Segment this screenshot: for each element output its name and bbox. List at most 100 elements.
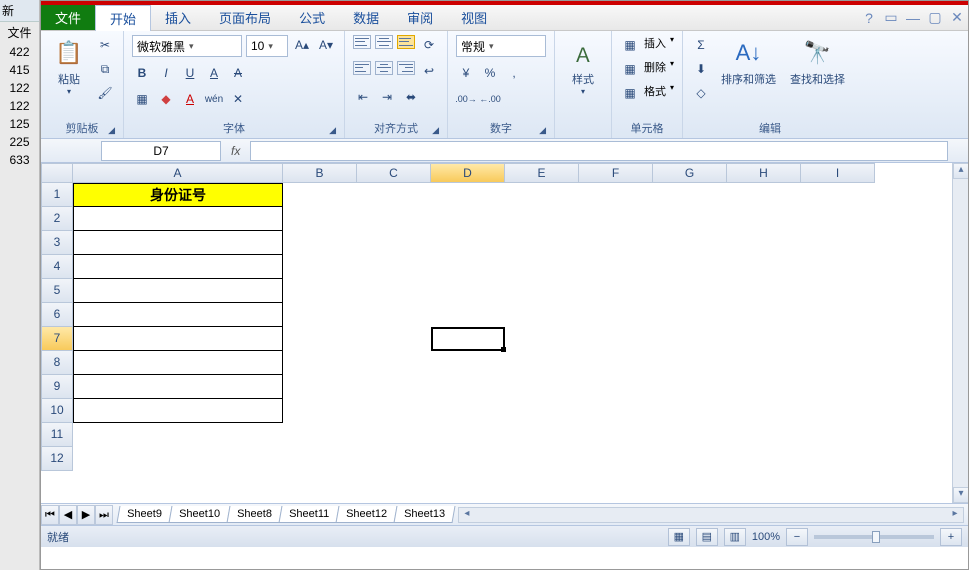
align-top-button[interactable] [353, 35, 371, 49]
row-header[interactable]: 7 [41, 327, 73, 351]
wrap-text-button[interactable]: ↩ [419, 61, 439, 81]
bold-button[interactable]: B [132, 63, 152, 83]
styles-button[interactable]: Ａ 样式 ▾ [563, 35, 603, 98]
autosum-button[interactable]: Σ [691, 35, 711, 55]
cell[interactable] [73, 351, 283, 375]
clear-format-button[interactable]: ✕ [228, 89, 248, 109]
cell[interactable] [73, 231, 283, 255]
tab-file[interactable]: 文件 [41, 5, 95, 30]
row-header[interactable]: 4 [41, 255, 73, 279]
vertical-scrollbar[interactable]: ▴ ▾ [952, 163, 968, 503]
row-header[interactable]: 12 [41, 447, 73, 471]
select-all-corner[interactable] [41, 163, 73, 183]
fill-color-button[interactable]: ◆ [156, 89, 176, 109]
font-name-combo[interactable]: 微软雅黑▾ [132, 35, 242, 57]
row-header[interactable]: 11 [41, 423, 73, 447]
row-header[interactable]: 1 [41, 183, 73, 207]
percent-button[interactable]: % [480, 63, 500, 83]
column-header[interactable]: D [431, 163, 505, 183]
cut-button[interactable]: ✂ [95, 35, 115, 55]
tab-layout[interactable]: 页面布局 [205, 5, 285, 30]
sheet-tab[interactable]: Sheet13 [393, 506, 455, 523]
dialog-launcher-icon[interactable]: ◢ [329, 125, 336, 136]
shrink-font-button[interactable]: A▾ [316, 35, 336, 55]
phonetic-button[interactable]: wén [204, 89, 224, 109]
tab-data[interactable]: 数据 [339, 5, 393, 30]
column-header[interactable]: E [505, 163, 579, 183]
doc-icon[interactable]: 新 [0, 0, 39, 22]
horizontal-scrollbar[interactable]: ◂ ▸ [458, 507, 964, 523]
dialog-launcher-icon[interactable]: ◢ [432, 125, 439, 136]
row-header[interactable]: 5 [41, 279, 73, 303]
font-color-button[interactable]: A [180, 89, 200, 109]
sheet-nav-first[interactable]: ⏮ [41, 505, 59, 525]
tab-formula[interactable]: 公式 [285, 5, 339, 30]
merge-cells-button[interactable]: ⬌ [401, 87, 421, 107]
copy-button[interactable]: ⧉ [95, 59, 115, 79]
zoom-in-button[interactable]: + [940, 528, 962, 546]
view-pagebreak-button[interactable]: ▥ [724, 528, 746, 546]
cell[interactable] [73, 279, 283, 303]
italic-button[interactable]: I [156, 63, 176, 83]
decrease-decimal-button[interactable]: ←.00 [480, 89, 500, 109]
font-size-combo[interactable]: 10▾ [246, 35, 288, 57]
row-header[interactable]: 3 [41, 231, 73, 255]
tab-insert[interactable]: 插入 [151, 5, 205, 30]
dialog-launcher-icon[interactable]: ◢ [539, 125, 546, 136]
align-right-button[interactable] [397, 61, 415, 75]
cell[interactable] [73, 207, 283, 231]
cell[interactable] [73, 399, 283, 423]
sheet-tab[interactable]: Sheet10 [168, 506, 230, 523]
column-header[interactable]: I [801, 163, 875, 183]
tab-view[interactable]: 视图 [447, 5, 501, 30]
fx-icon[interactable]: fx [231, 144, 240, 158]
minimize-icon[interactable]: — [902, 5, 924, 30]
cell[interactable] [73, 375, 283, 399]
scroll-left-icon[interactable]: ◂ [459, 508, 475, 522]
column-header[interactable]: B [283, 163, 357, 183]
close-icon[interactable]: ✕ [946, 5, 968, 30]
orientation-button[interactable]: ⟳ [419, 35, 439, 55]
formula-input[interactable] [250, 141, 948, 161]
sheet-nav-next[interactable]: ▶ [77, 505, 95, 525]
comma-button[interactable]: , [504, 63, 524, 83]
row-header[interactable]: 10 [41, 399, 73, 423]
column-header[interactable]: H [727, 163, 801, 183]
zoom-slider[interactable] [814, 535, 934, 539]
zoom-out-button[interactable]: − [786, 528, 808, 546]
strike-button[interactable]: A [228, 63, 248, 83]
view-normal-button[interactable]: ▦ [668, 528, 690, 546]
column-header[interactable]: A [73, 163, 283, 183]
format-painter-button[interactable]: 🖌 [95, 83, 115, 103]
column-header[interactable]: C [357, 163, 431, 183]
grow-font-button[interactable]: A▴ [292, 35, 312, 55]
row-header[interactable]: 6 [41, 303, 73, 327]
active-cell-cursor[interactable] [431, 327, 505, 351]
delete-cells-button[interactable]: ▦删除▾ [620, 59, 674, 79]
fill-button[interactable]: ⬇ [691, 59, 711, 79]
sheet-tab[interactable]: Sheet12 [335, 506, 397, 523]
column-header[interactable]: F [579, 163, 653, 183]
increase-decimal-button[interactable]: .00→ [456, 89, 476, 109]
align-middle-button[interactable] [375, 35, 393, 49]
sort-filter-button[interactable]: A↓ 排序和筛选 [717, 35, 780, 89]
format-cells-button[interactable]: ▦格式▾ [620, 83, 674, 103]
name-box[interactable]: D7 [101, 141, 221, 161]
cell[interactable] [73, 255, 283, 279]
scroll-down-icon[interactable]: ▾ [953, 487, 968, 503]
sheet-tab[interactable]: Sheet8 [226, 506, 282, 523]
increase-indent-button[interactable]: ⇥ [377, 87, 397, 107]
find-select-button[interactable]: 🔭 查找和选择 [786, 35, 849, 89]
row-header[interactable]: 8 [41, 351, 73, 375]
cell[interactable] [73, 327, 283, 351]
tab-home[interactable]: 开始 [95, 5, 151, 31]
sheet-tab[interactable]: Sheet11 [278, 506, 339, 523]
paste-button[interactable]: 📋 粘贴 ▾ [49, 35, 89, 98]
double-underline-button[interactable]: A [204, 63, 224, 83]
cell-a1[interactable]: 身份证号 [73, 183, 283, 207]
insert-cells-button[interactable]: ▦插入▾ [620, 35, 674, 55]
scroll-up-icon[interactable]: ▴ [953, 163, 968, 179]
sheet-nav-last[interactable]: ⏭ [95, 505, 113, 525]
tab-review[interactable]: 审阅 [393, 5, 447, 30]
dialog-launcher-icon[interactable]: ◢ [108, 125, 115, 136]
